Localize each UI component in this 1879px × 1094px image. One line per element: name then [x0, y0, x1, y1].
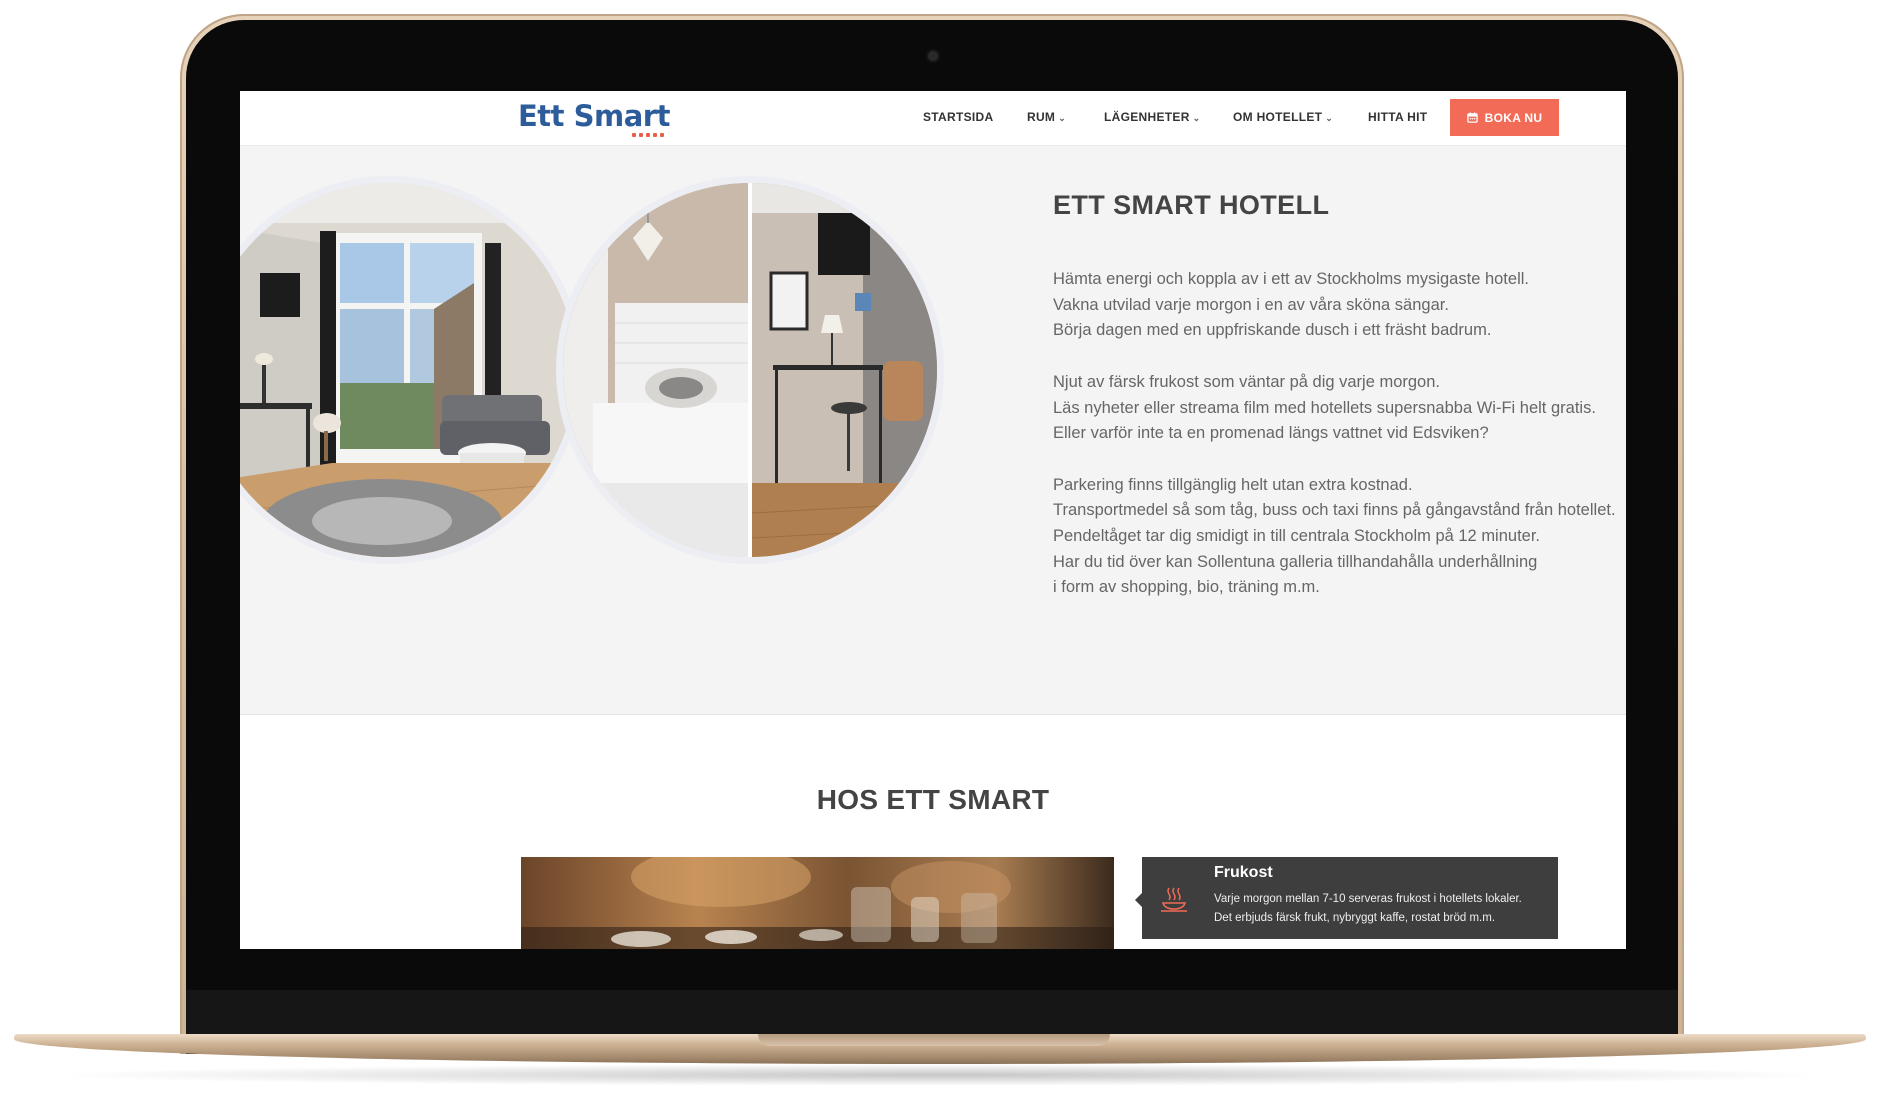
nav-startsida[interactable]: STARTSIDA [923, 110, 993, 124]
nav-hitta-hit[interactable]: HITTA HIT [1368, 110, 1427, 124]
hero-line: Vakna utvilad varje morgon i en av våra … [1053, 295, 1449, 314]
laptop-shadow [40, 1064, 1840, 1086]
hero-paragraph: Hämta energi och koppla av i ett av Stoc… [1053, 267, 1626, 344]
chevron-down-icon: ⌄ [1192, 113, 1201, 123]
hero-line: i form av shopping, bio, träning m.m. [1053, 578, 1320, 597]
breakfast-card: Frukost Varje morgon mellan 7-10 servera… [1135, 857, 1558, 939]
hero-line: Har du tid över kan Sollentuna galleria … [1053, 552, 1538, 571]
hero-paragraph: Parkering finns tillgänglig helt utan ex… [1053, 473, 1626, 602]
nav-label: RUM [1027, 110, 1056, 124]
site-logo[interactable]: Ett Smart [518, 99, 670, 133]
card-title: Frukost [1214, 864, 1273, 881]
browser-viewport: Ett Smart STARTSIDA RUM ⌄ LÄGENHETER ⌄ OM … [240, 91, 1626, 949]
hero-text: Hämta energi och koppla av i ett av Stoc… [1053, 267, 1626, 627]
boka-nu-label: BOKA NU [1484, 110, 1543, 125]
hero-line: Hämta energi och koppla av i ett av Stoc… [1053, 270, 1529, 288]
hero-title: ETT SMART HOTELL [1053, 190, 1330, 220]
site-header: Ett Smart STARTSIDA RUM ⌄ LÄGENHETER ⌄ OM … [240, 91, 1626, 146]
section-title: HOS ETT SMART [816, 784, 1050, 815]
nav-om-hotellet[interactable]: OM HOTELLET ⌄ [1233, 110, 1333, 124]
nav-label: HITTA HIT [1368, 110, 1428, 124]
card-text: Varje morgon mellan 7-10 serveras frukos… [1214, 890, 1554, 928]
hero-section: ETT SMART HOTELL Hämta energi och koppla… [240, 146, 1626, 715]
card-line: Det erbjuds färsk frukt, nybryggt kaffe,… [1214, 912, 1496, 924]
nav-label: OM HOTELLET [1233, 110, 1323, 124]
nav-label: STARTSIDA [923, 110, 994, 124]
hero-line: Njut av färsk frukost som väntar på dig … [1053, 372, 1440, 391]
nav-lagenheter[interactable]: LÄGENHETER ⌄ [1104, 110, 1201, 124]
card-line: Varje morgon mellan 7-10 serveras frukos… [1214, 893, 1522, 905]
breakfast-photo [521, 857, 1114, 949]
laptop-notch [758, 1034, 1110, 1046]
camera-icon [928, 51, 938, 61]
hero-line: Eller varför inte ta en promenad längs v… [1053, 424, 1489, 443]
hero-paragraph: Njut av färsk frukost som väntar på dig … [1053, 370, 1626, 447]
nav-rum[interactable]: RUM ⌄ [1027, 110, 1066, 124]
hero-line: Transportmedel så som tåg, buss och taxi… [1053, 501, 1616, 520]
chevron-down-icon: ⌄ [1058, 113, 1067, 123]
breakfast-icon [1161, 887, 1187, 912]
chevron-down-icon: ⌄ [1325, 113, 1334, 123]
hero-line: Börja dagen med en uppfriskande dusch i … [1053, 321, 1492, 340]
laptop-chin [186, 990, 1678, 1034]
nav-label: LÄGENHETER [1104, 110, 1190, 124]
room-photo-bedroom [563, 183, 937, 557]
calendar-icon [1466, 112, 1478, 123]
logo-stars [632, 133, 664, 137]
hero-line: Läs nyheter eller streama film med hotel… [1053, 398, 1596, 417]
hero-line: Pendeltåget tar dig smidigt in till cent… [1053, 527, 1541, 545]
room-photo-living [240, 183, 576, 557]
boka-nu-button[interactable]: BOKA NU [1450, 99, 1559, 136]
hero-line: Parkering finns tillgänglig helt utan ex… [1053, 475, 1413, 494]
